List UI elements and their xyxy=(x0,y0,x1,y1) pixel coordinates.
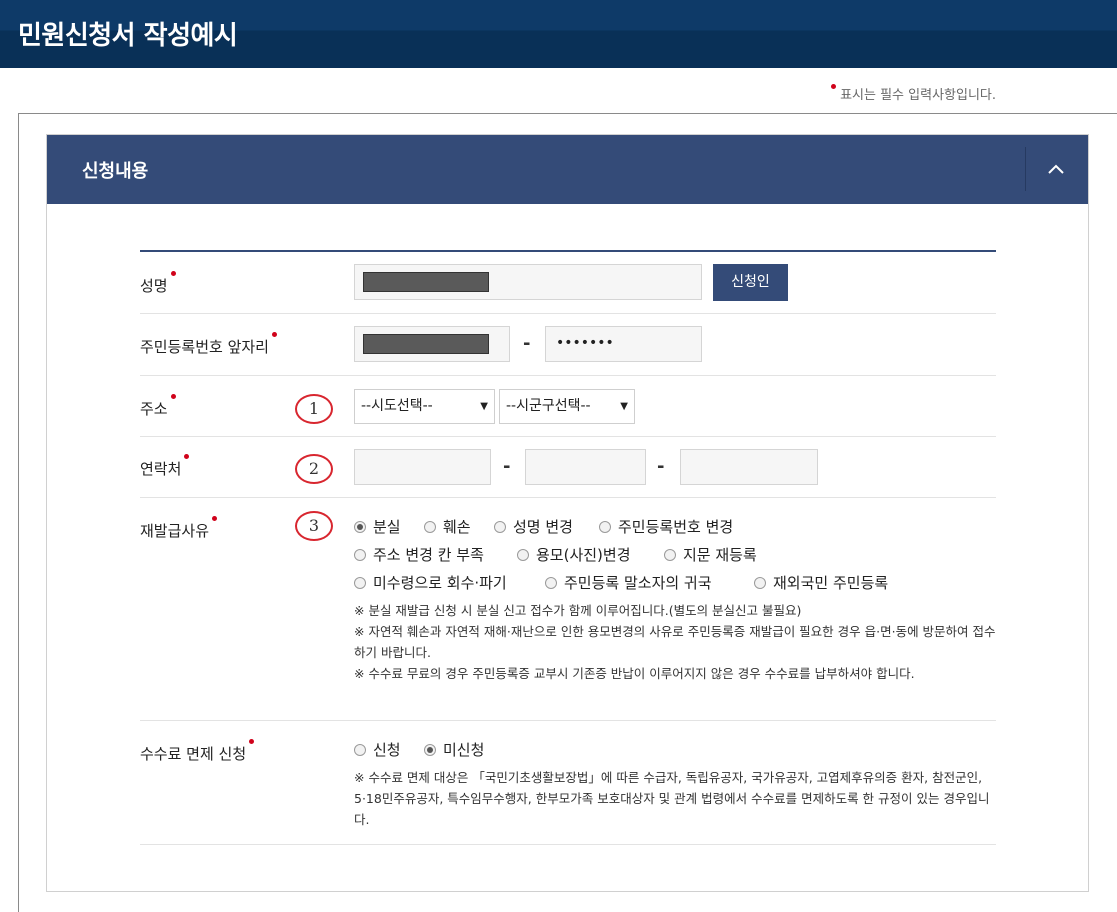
redacted-block xyxy=(363,272,489,292)
fee-radio-not-apply[interactable]: 미신청 xyxy=(424,739,484,760)
required-dot-icon xyxy=(212,516,218,521)
row-divider xyxy=(140,497,996,498)
row-divider xyxy=(140,436,996,437)
sido-select[interactable]: --시도선택-- ▼ xyxy=(354,389,495,424)
contact-dash: - xyxy=(503,456,511,477)
contact-dash: - xyxy=(657,456,665,477)
required-dot-icon xyxy=(271,332,277,337)
required-dot-icon xyxy=(249,739,255,744)
reason-note-3: ※ 수수료 무료의 경우 주민등록증 교부시 기존증 반납이 이루어지지 않은 … xyxy=(354,666,915,681)
radio-icon xyxy=(494,521,506,533)
chevron-up-icon xyxy=(1048,164,1064,174)
row-divider xyxy=(140,720,996,721)
reason-radio-lost[interactable]: 분실 xyxy=(354,516,401,537)
step-3-marker: 3 xyxy=(295,511,333,541)
reason-label: 재발급사유 xyxy=(140,516,218,541)
panel-title: 신청내용 xyxy=(82,161,149,182)
reason-radio-fingerprint[interactable]: 지문 재등록 xyxy=(664,544,757,565)
name-input[interactable] xyxy=(354,264,702,300)
fee-label: 수수료 면제 신청 xyxy=(140,739,255,764)
redacted-block xyxy=(363,334,489,354)
reason-note-1: ※ 분실 재발급 신청 시 분실 신고 접수가 함께 이루어집니다.(별도의 분… xyxy=(354,603,802,618)
radio-icon xyxy=(754,577,766,589)
row-divider xyxy=(140,375,996,376)
reason-radio-uncollected[interactable]: 미수령으로 회수·파기 xyxy=(354,572,507,593)
step-1-marker: 1 xyxy=(295,394,333,424)
radio-icon xyxy=(545,577,557,589)
rrn-dash: - xyxy=(523,333,531,354)
reason-radio-name-change[interactable]: 성명 변경 xyxy=(494,516,573,537)
required-dot-icon xyxy=(184,454,190,459)
contact-input-1[interactable] xyxy=(354,449,491,485)
contact-input-3[interactable] xyxy=(680,449,818,485)
reason-radio-overseas[interactable]: 재외국민 주민등록 xyxy=(754,572,888,593)
radio-icon xyxy=(517,549,529,561)
dropdown-arrow-icon: ▼ xyxy=(480,401,488,412)
radio-icon xyxy=(664,549,676,561)
row-divider xyxy=(140,313,996,314)
reason-note-2: ※ 자연적 훼손과 자연적 재해·재난으로 인한 용모변경의 사유로 주민등록증… xyxy=(354,624,996,660)
fee-note: ※ 수수료 면제 대상은 「국민기초생활보장법」에 따른 수급자, 독립유공자,… xyxy=(354,770,990,827)
dropdown-arrow-icon: ▼ xyxy=(620,401,628,412)
header-divider xyxy=(1025,147,1026,191)
reason-radio-rrn-change[interactable]: 주민등록번호 변경 xyxy=(599,516,733,537)
applicant-button[interactable]: 신청인 xyxy=(713,264,788,301)
sigungu-select[interactable]: --시군구선택-- ▼ xyxy=(499,389,635,424)
collapse-button[interactable] xyxy=(1027,135,1088,204)
name-label: 성명 xyxy=(140,271,176,296)
required-note: 표시는 필수 입력사항입니다. xyxy=(680,84,996,103)
rrn-label: 주민등록번호 앞자리 xyxy=(140,332,277,357)
step-2-marker: 2 xyxy=(295,454,333,484)
reason-radio-damaged[interactable]: 훼손 xyxy=(424,516,471,537)
contact-input-2[interactable] xyxy=(525,449,646,485)
required-dot-icon xyxy=(170,394,176,399)
radio-selected-icon xyxy=(424,744,436,756)
radio-icon xyxy=(354,744,366,756)
reason-radio-address-space[interactable]: 주소 변경 칸 부족 xyxy=(354,544,484,565)
fee-radio-apply[interactable]: 신청 xyxy=(354,739,401,760)
page-title: 민원신청서 작성예시 xyxy=(18,21,238,51)
rrn-back-input[interactable]: ••••••• xyxy=(545,326,702,362)
reason-radio-returnee[interactable]: 주민등록 말소자의 귀국 xyxy=(545,572,712,593)
required-dot-icon xyxy=(170,271,176,276)
reason-radio-photo-change[interactable]: 용모(사진)변경 xyxy=(517,544,631,565)
contact-label: 연락처 xyxy=(140,454,190,479)
top-bar: 민원신청서 작성예시 xyxy=(0,0,1117,68)
rrn-front-input[interactable] xyxy=(354,326,510,362)
radio-icon xyxy=(599,521,611,533)
radio-icon xyxy=(354,577,366,589)
radio-icon xyxy=(354,549,366,561)
row-divider xyxy=(140,844,996,845)
reason-notes: ※ 분실 재발급 신청 시 분실 신고 접수가 함께 이루어집니다.(별도의 분… xyxy=(354,600,999,684)
radio-icon xyxy=(424,521,436,533)
address-label: 주소 xyxy=(140,394,176,419)
form-top-border xyxy=(140,250,996,252)
required-dot-icon xyxy=(831,84,837,89)
panel-header: 신청내용 xyxy=(47,135,1088,204)
radio-selected-icon xyxy=(354,521,366,533)
